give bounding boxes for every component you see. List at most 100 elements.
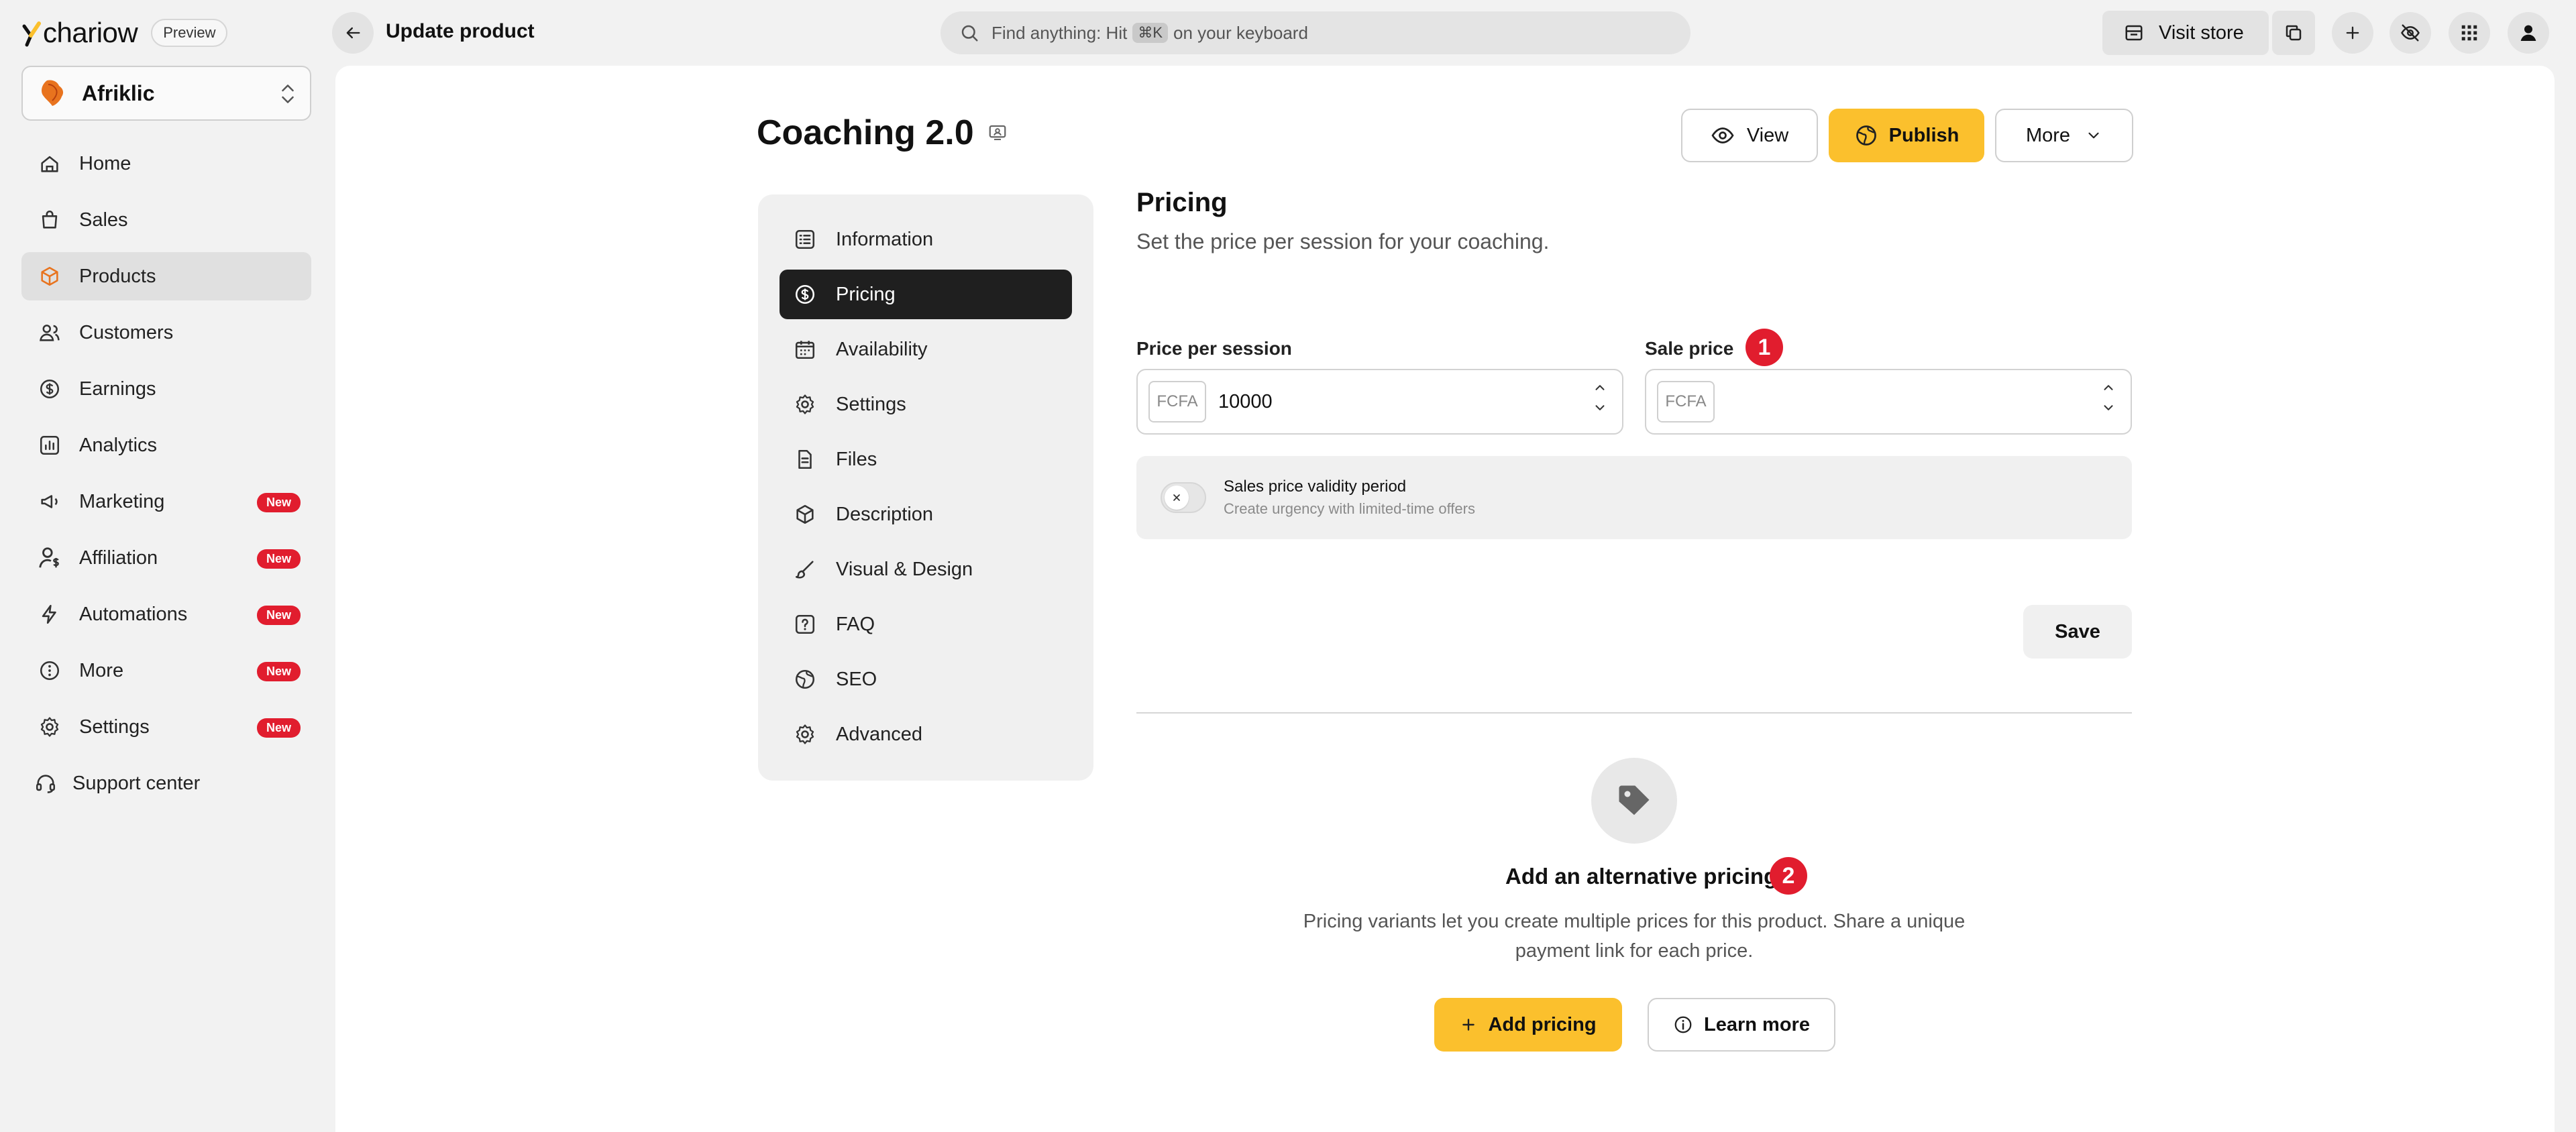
profile-button[interactable] — [2508, 12, 2549, 54]
copy-link-button[interactable] — [2272, 11, 2315, 55]
tab-faq[interactable]: FAQ — [780, 600, 1072, 649]
sidebar-item-support-center[interactable]: Support center — [21, 759, 311, 807]
price-per-session-field[interactable]: FCFA 10000 — [1136, 369, 1623, 435]
sale-validity-panel: Sales price validity period Create urgen… — [1136, 456, 2132, 539]
sale-price-label: Sale price — [1645, 338, 1734, 359]
sidebar-item-products[interactable]: Products — [21, 252, 311, 300]
learn-more-button[interactable]: Learn more — [1648, 998, 1835, 1052]
tab-description[interactable]: Description — [780, 490, 1072, 539]
store-selector[interactable]: Afriklic — [21, 66, 311, 121]
store-name: Afriklic — [82, 80, 155, 105]
apps-grid-icon — [2461, 25, 2477, 41]
info-icon — [1674, 1016, 1692, 1033]
sidebar-item-sales[interactable]: Sales — [21, 196, 311, 244]
sale-validity-toggle[interactable] — [1161, 482, 1206, 513]
brand-name: chariow — [43, 17, 138, 48]
gear-icon — [792, 721, 818, 748]
sidebar-item-settings[interactable]: Settings New — [21, 703, 311, 751]
add-pricing-label: Add pricing — [1488, 1013, 1597, 1035]
list-icon — [792, 226, 818, 253]
publish-button[interactable]: Publish — [1829, 109, 1984, 162]
search-input[interactable]: Find anything: Hit ⌘K on your keyboard — [941, 11, 1690, 54]
tab-label: Pricing — [836, 283, 896, 305]
tab-visual-design[interactable]: Visual & Design — [780, 545, 1072, 594]
eye-icon — [1711, 127, 1734, 144]
add-pricing-button[interactable]: Add pricing — [1434, 998, 1622, 1052]
sidebar-item-automations[interactable]: Automations New — [21, 590, 311, 638]
new-badge: New — [256, 493, 301, 512]
sidebar-item-label: Customers — [79, 321, 174, 343]
shortcut-key: ⌘K — [1132, 23, 1169, 43]
currency-label: FCFA — [1148, 381, 1206, 422]
sidebar: Afriklic Home Sales Products Customers E… — [0, 66, 335, 1132]
tab-settings[interactable]: Settings — [780, 380, 1072, 429]
brand[interactable]: chariow Preview — [21, 16, 228, 50]
question-icon — [792, 611, 818, 638]
visit-store-button[interactable]: Visit store — [2102, 11, 2269, 55]
alternative-pricing-title: Add an alternative pricing — [1505, 864, 1778, 889]
tab-label: SEO — [836, 668, 877, 690]
tab-label: Visual & Design — [836, 558, 973, 580]
new-badge: New — [256, 549, 301, 569]
product-sub-nav: Information Pricing Availability Setting… — [758, 194, 1093, 781]
tab-availability[interactable]: Availability — [780, 325, 1072, 374]
new-badge: New — [256, 606, 301, 625]
add-button[interactable] — [2332, 12, 2373, 54]
box-icon — [792, 501, 818, 528]
sidebar-item-label: Affiliation — [79, 547, 158, 569]
page-heading: Update product — [386, 20, 535, 42]
chevron-up-icon — [2104, 385, 2113, 390]
tab-label: Availability — [836, 338, 928, 360]
tab-files[interactable]: Files — [780, 435, 1072, 484]
sidebar-item-label: Earnings — [79, 378, 156, 400]
sidebar-item-earnings[interactable]: Earnings — [21, 365, 311, 413]
more-button-label: More — [2025, 124, 2071, 146]
annotation-badge-1: 1 — [1746, 329, 1783, 366]
learn-more-label: Learn more — [1704, 1013, 1810, 1035]
tab-label: Description — [836, 503, 934, 525]
more-button[interactable]: More — [1995, 109, 2133, 162]
section-description: Set the price per session for your coach… — [1136, 229, 1550, 253]
sidebar-item-analytics[interactable]: Analytics — [21, 421, 311, 469]
sidebar-nav: Home Sales Products Customers Earnings A… — [21, 139, 311, 815]
annotation-badge-2: 2 — [1770, 857, 1807, 895]
store-icon — [2125, 25, 2143, 41]
tab-advanced[interactable]: Advanced — [780, 710, 1072, 759]
calendar-icon — [792, 336, 818, 363]
tab-seo[interactable]: SEO — [780, 655, 1072, 704]
arrow-left-icon — [346, 27, 360, 39]
search-placeholder: Find anything: Hit ⌘K on your keyboard — [991, 22, 1308, 43]
price-per-session-label: Price per session — [1136, 338, 1292, 359]
chevron-down-icon — [2088, 132, 2099, 139]
user-avatar-icon — [2520, 25, 2536, 41]
sidebar-item-more[interactable]: More New — [21, 646, 311, 695]
tab-label: Settings — [836, 393, 906, 415]
gear-icon — [792, 391, 818, 418]
save-button[interactable]: Save — [2023, 605, 2132, 659]
sidebar-item-marketing[interactable]: Marketing New — [21, 477, 311, 526]
price-stepper[interactable] — [1593, 382, 1607, 413]
apps-button[interactable] — [2449, 12, 2490, 54]
sidebar-item-label: Analytics — [79, 434, 158, 456]
currency-label: FCFA — [1657, 381, 1715, 422]
tab-pricing[interactable]: Pricing — [780, 270, 1072, 319]
view-button[interactable]: View — [1681, 109, 1818, 162]
sidebar-item-affiliation[interactable]: Affiliation New — [21, 534, 311, 582]
tab-information[interactable]: Information — [780, 215, 1072, 264]
sidebar-item-label: More — [79, 659, 124, 681]
sale-price-stepper[interactable] — [2101, 382, 2116, 413]
globe-icon — [1856, 125, 1876, 146]
back-button[interactable] — [332, 12, 374, 54]
sale-price-field[interactable]: FCFA — [1645, 369, 2132, 435]
sidebar-item-home[interactable]: Home — [21, 139, 311, 188]
chevron-down-icon — [2104, 405, 2113, 410]
shopping-bag-icon — [36, 207, 63, 233]
chevron-down-icon — [1595, 405, 1605, 410]
sidebar-item-label: Home — [79, 152, 131, 174]
home-icon — [36, 150, 63, 177]
sidebar-item-customers[interactable]: Customers — [21, 308, 311, 357]
user-dollar-icon — [36, 545, 63, 571]
price-value[interactable]: 10000 — [1218, 391, 1273, 413]
plus-icon — [1462, 1019, 1475, 1031]
hide-values-button[interactable] — [2390, 12, 2431, 54]
